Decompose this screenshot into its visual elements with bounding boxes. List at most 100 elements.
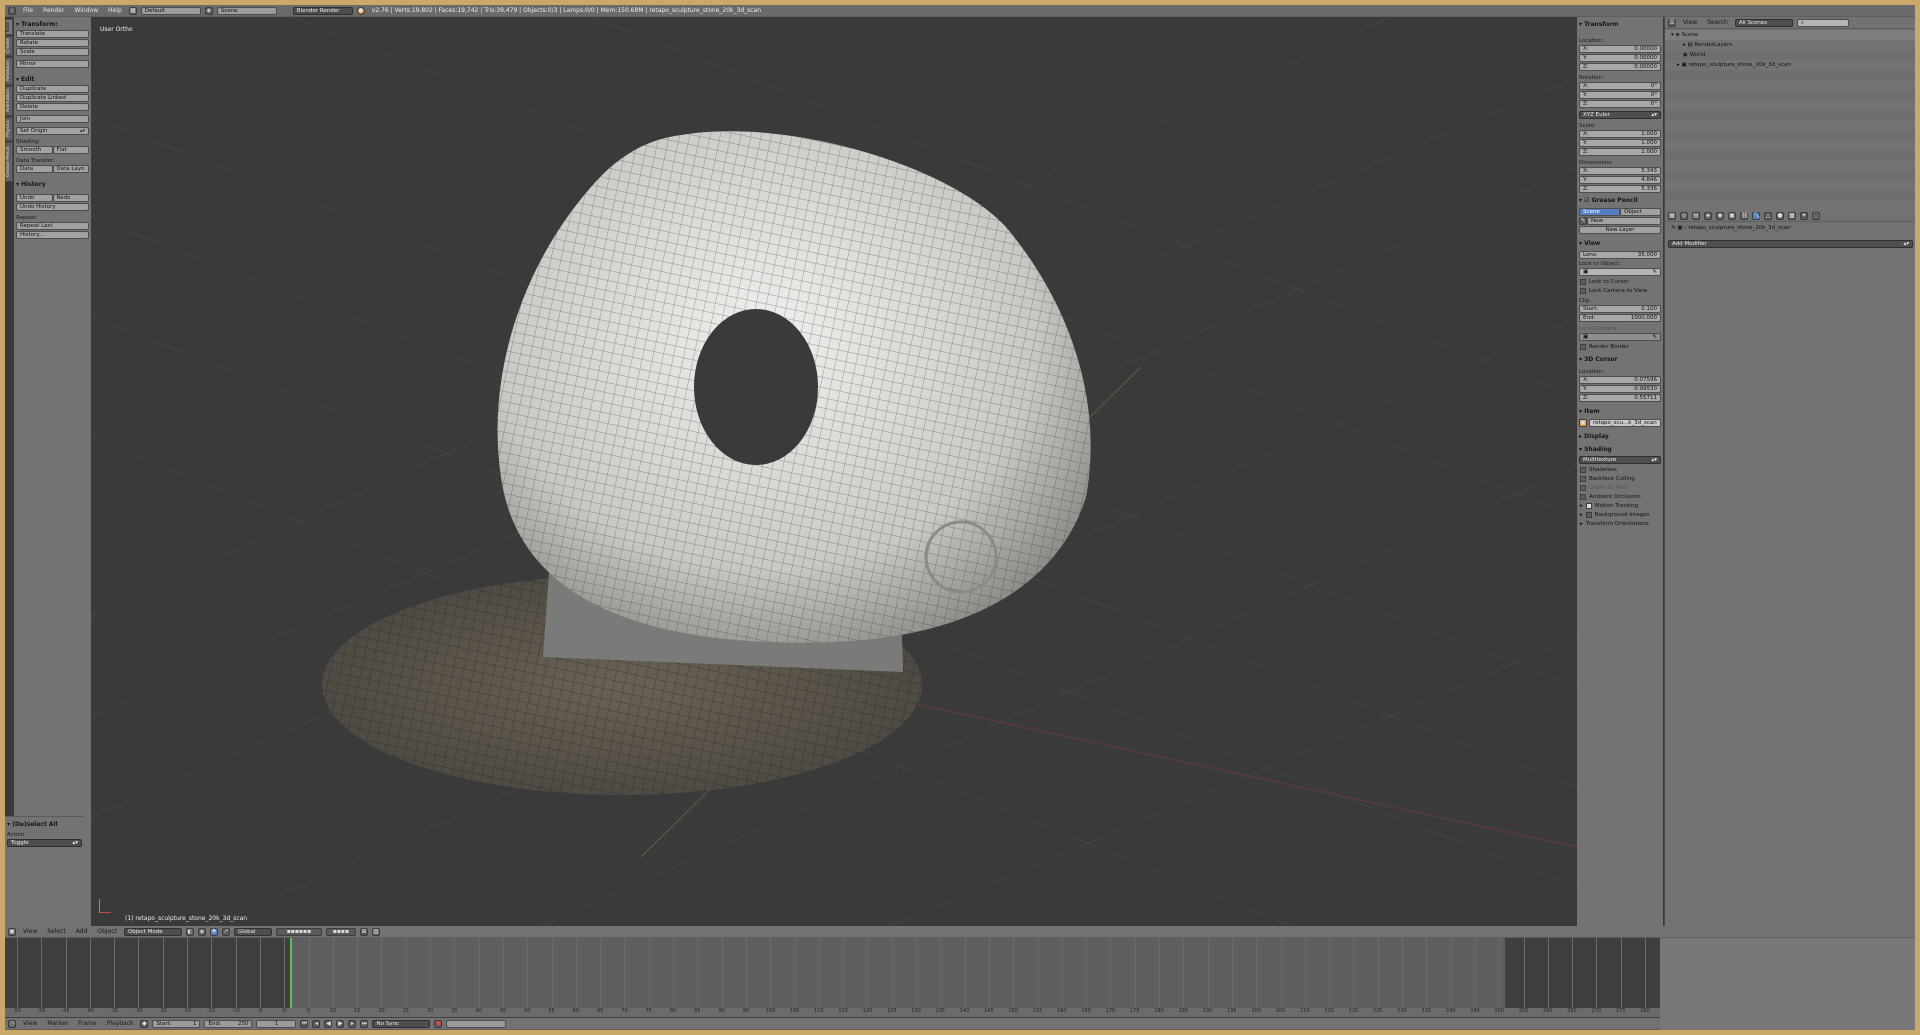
data-tab-icon[interactable]: △ <box>1764 211 1772 220</box>
gp-new-button[interactable]: New <box>1587 217 1661 225</box>
tree-item-world[interactable]: ◉ World <box>1665 50 1915 60</box>
scene-field[interactable]: Scene <box>216 6 277 15</box>
timeline-menu-playback[interactable]: Playback <box>104 1020 137 1027</box>
viewport-menu-add[interactable]: Add <box>73 928 91 935</box>
jump-end-icon[interactable]: ⏭ <box>360 1019 369 1028</box>
timeline[interactable]: -55 -50 -45 -40 -35 -30 -25 -20 -15 -10 -5 0 5 10 15 20… <box>5 938 1660 1018</box>
local-camera-field[interactable]: ▣ ✎ <box>1579 333 1661 341</box>
tab-relations[interactable]: Relations <box>5 57 13 85</box>
render-engine-select[interactable]: Blender Render <box>292 6 353 15</box>
tab-tools[interactable]: Tools <box>5 19 13 35</box>
lens-field[interactable]: Lens: 35.000 <box>1579 251 1661 259</box>
menu-render[interactable]: Render <box>40 7 67 14</box>
viewport-editor-icon[interactable]: ▣ <box>8 927 16 936</box>
outliner-menu-view[interactable]: View <box>1680 19 1700 26</box>
orientation-select[interactable]: Global <box>233 927 272 936</box>
gp-new-layer-button[interactable]: New Layer <box>1579 226 1661 234</box>
rotation-z-field[interactable]: Z: 0° <box>1579 100 1661 108</box>
shading-panel-title[interactable]: ▾ Shading <box>1579 446 1661 453</box>
render-border-checkbox[interactable]: Render Border <box>1580 344 1660 350</box>
manipulator-icon[interactable]: ✥ <box>209 927 218 936</box>
timeline-menu-view[interactable]: View <box>20 1020 40 1027</box>
layout-field[interactable]: Default <box>140 6 201 15</box>
layers2-icon[interactable]: ▪▪▪▪ <box>325 927 356 936</box>
menu-window[interactable]: Window <box>71 7 101 14</box>
snap-icon[interactable]: ⊞ <box>359 927 368 936</box>
rotation-x-field[interactable]: X: 0° <box>1579 82 1661 90</box>
render-preview-icon[interactable]: ▧ <box>371 927 380 936</box>
outliner-search-input[interactable]: ⌕ <box>1796 18 1849 27</box>
motion-tracking-toggle[interactable]: ▸ Motion Tracking <box>1580 503 1660 509</box>
play-reverse-icon[interactable]: ◀ <box>324 1019 333 1028</box>
repeat-last-button[interactable]: Repeat Last <box>16 222 89 230</box>
dimensions-z-field[interactable]: Z: 5.336 <box>1579 185 1661 193</box>
translate-button[interactable]: Translate <box>16 30 89 38</box>
properties-editor-icon[interactable]: ▦ <box>1668 211 1676 220</box>
tab-animation[interactable]: Animation <box>5 86 13 116</box>
outliner-menu-search[interactable]: Search <box>1704 19 1731 26</box>
keying-icon[interactable]: ◆ <box>140 1019 149 1028</box>
scale-y-field[interactable]: Y: 1.000 <box>1579 139 1661 147</box>
location-x-field[interactable]: X: 0.00000 <box>1579 45 1661 53</box>
play-icon[interactable]: ▶ <box>336 1019 345 1028</box>
location-y-field[interactable]: Y: 0.00000 <box>1579 54 1661 62</box>
tree-item-renderlayers[interactable]: ▸ ▤ RenderLayers <box>1665 40 1915 50</box>
viewport-menu-select[interactable]: Select <box>44 928 69 935</box>
history-button[interactable]: History... <box>16 231 89 239</box>
cursor-x-field[interactable]: X: 0.07596 <box>1579 376 1661 384</box>
lock-object-field[interactable]: ▣ ✎ <box>1579 268 1661 276</box>
clip-end-field[interactable]: End: 1000.000 <box>1579 314 1661 322</box>
render-tab-icon[interactable]: ◎ <box>1680 211 1688 220</box>
ambient-occlusion-checkbox[interactable]: Ambient Occlusion <box>1580 494 1660 500</box>
dimensions-x-field[interactable]: X: 5.343 <box>1579 167 1661 175</box>
set-origin-dropdown[interactable]: Set Origin ▴▾ <box>16 127 89 135</box>
rotate-button[interactable]: Rotate <box>16 39 89 47</box>
item-name-field[interactable]: retapo_scu...k_3d_scan <box>1589 419 1661 427</box>
mirror-button[interactable]: Mirror <box>16 60 89 68</box>
undo-history-button[interactable]: Undo History <box>16 203 89 211</box>
material-tab-icon[interactable]: ● <box>1776 211 1784 220</box>
outliner-filter-select[interactable]: All Scenes <box>1734 18 1793 27</box>
cursor-y-field[interactable]: Y: 0.99530 <box>1579 385 1661 393</box>
record-icon[interactable]: ● <box>434 1019 443 1028</box>
duplicate-button[interactable]: Duplicate <box>16 85 89 93</box>
redo-button[interactable]: Redo <box>52 194 89 202</box>
undo-button[interactable]: Undo <box>16 194 53 202</box>
depth-of-field-checkbox[interactable]: Depth Of Field <box>1580 485 1660 491</box>
data-button[interactable]: Data <box>16 165 53 173</box>
scene-tab-icon[interactable]: ◈ <box>1704 211 1712 220</box>
transform-orientations-toggle[interactable]: ▸ Transform Orientations <box>1580 521 1660 527</box>
scale-z-field[interactable]: Z: 1.000 <box>1579 148 1661 156</box>
world-tab-icon[interactable]: ◉ <box>1716 211 1724 220</box>
object-tab-icon[interactable]: ▣ <box>1728 211 1736 220</box>
data-layout-button[interactable]: Data Layo <box>52 165 89 173</box>
display-panel-title[interactable]: ▸ Display <box>1579 433 1661 440</box>
gp-scene-tab[interactable]: Scene <box>1579 208 1620 216</box>
tab-create[interactable]: Create <box>5 36 13 56</box>
texture-tab-icon[interactable]: ▩ <box>1788 211 1796 220</box>
viewport-3d[interactable]: User Ortho (1) retapo_sculpture_stone_20… <box>91 17 1577 926</box>
editor-type-icon[interactable]: i <box>8 6 16 15</box>
background-images-toggle[interactable]: ▸ Background Images <box>1580 512 1660 518</box>
timeline-menu-frame[interactable]: Frame <box>75 1020 100 1027</box>
scale-button[interactable]: Scale <box>16 48 89 56</box>
jump-start-icon[interactable]: ⏮ <box>300 1019 309 1028</box>
timeline-editor-icon[interactable]: ◷ <box>8 1019 16 1028</box>
start-frame-field[interactable]: Start: 1 <box>152 1019 201 1028</box>
particles-tab-icon[interactable]: ✦ <box>1800 211 1808 220</box>
physics-tab-icon[interactable]: ◌ <box>1812 211 1820 220</box>
modifiers-tab-icon[interactable]: 🔧 <box>1752 211 1760 220</box>
menu-help[interactable]: Help <box>105 7 125 14</box>
dimensions-y-field[interactable]: Y: 4.846 <box>1579 176 1661 184</box>
flat-button[interactable]: Flat <box>52 146 89 154</box>
next-key-icon[interactable]: ▸ <box>348 1019 357 1028</box>
sculpture-mesh[interactable] <box>322 131 1091 795</box>
shading-mode-dropdown[interactable]: Multitexture ▴▾ <box>1579 456 1661 464</box>
tab-physics[interactable]: Physics <box>5 117 13 141</box>
action-dropdown[interactable]: Toggle ▴▾ <box>7 839 82 847</box>
mode-select[interactable]: Object Mode <box>123 927 182 936</box>
current-frame-field[interactable]: 1 <box>256 1019 297 1028</box>
keying-set-field[interactable] <box>446 1019 507 1028</box>
backface-culling-checkbox[interactable]: Backface Culling <box>1580 476 1660 482</box>
layers-icon[interactable]: ▪▪▪▪▪▪ <box>275 927 322 936</box>
